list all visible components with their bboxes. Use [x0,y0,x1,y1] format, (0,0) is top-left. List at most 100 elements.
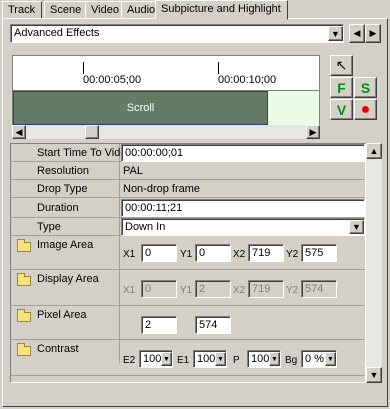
scroll-left-button[interactable]: ◀ [12,125,26,139]
p-dropdown-button[interactable]: ▼ [269,352,280,366]
row-display-area: Display Area X1 0 Y1 2 X2 719 Y2 574 [11,270,365,306]
x2-label: X2 [233,285,246,296]
duration-input[interactable]: 00:00:11;21 [121,199,365,217]
contrast-label: Contrast [37,343,79,355]
y2-label: Y2 [286,249,299,260]
pixel-area-a-value: 2 [145,319,152,331]
timeline-marker-10s: 00:00:10;00 [218,74,277,86]
record-tool-button[interactable]: ● [354,99,377,120]
timeline-horizontal-scrollbar[interactable]: ◀ ▶ [12,125,320,139]
y1-label: Y1 [180,285,193,296]
image-y1-input[interactable]: 0 [195,244,231,262]
start-time-label: Start Time To Video [37,147,133,159]
tab-video[interactable]: Video [85,1,126,18]
folder-icon [17,309,31,322]
e1-dropdown-button[interactable]: ▼ [215,352,226,366]
duration-label: Duration [37,202,79,214]
chevron-down-icon: ▼ [327,355,334,363]
row-start-time: Start Time To Video 00:00:00;01 [11,144,365,162]
v-tool-button[interactable]: V [330,99,353,120]
pixel-area-a-input[interactable]: 2 [141,316,177,334]
image-area-label: Image Area [37,239,94,251]
contrast-e2-value: 100 [143,353,162,365]
image-x1-value: 0 [145,247,152,259]
down-arrow-icon: ▼ [369,370,379,380]
image-y2-input[interactable]: 575 [301,244,337,262]
previous-button[interactable]: ◀ [349,24,365,43]
scroll-thumb[interactable] [85,125,99,139]
effects-select-value: Advanced Effects [14,27,100,39]
display-x2-value: 719 [252,283,271,295]
next-button[interactable]: ▶ [365,24,381,43]
v-icon: V [336,101,347,118]
y2-label: Y2 [286,285,299,296]
tab-label: Audio [127,4,156,16]
start-time-input[interactable]: 00:00:00;01 [121,144,365,162]
bg-dropdown-button[interactable]: ▼ [325,352,336,366]
resolution-value: PAL [123,165,143,177]
pixel-area-label: Pixel Area [37,309,87,321]
s-tool-button[interactable]: S [354,77,377,98]
tab-label: Video [91,4,119,16]
image-y1-value: 0 [199,247,206,259]
scroll-down-button[interactable]: ▼ [366,367,382,383]
left-triangle-icon: ◀ [353,28,361,38]
display-y1-input: 2 [195,280,231,298]
row-resolution: Resolution PAL [11,162,365,180]
image-x1-input[interactable]: 0 [141,244,177,262]
image-x2-input[interactable]: 719 [248,244,284,262]
timeline-track[interactable]: Scroll [12,91,320,125]
effects-select[interactable]: Advanced Effects [10,24,344,43]
x1-label: X1 [123,285,136,296]
right-arrow-icon: ▶ [309,126,317,137]
chevron-down-icon: ▼ [163,355,170,363]
duration-value: 00:00:11;21 [125,202,183,214]
row-contrast: Contrast E2 100 ▼ E1 100 ▼ P 100 ▼ Bg 0 … [11,340,365,376]
pointer-icon: ↖ [335,57,348,73]
scroll-right-button[interactable]: ▶ [306,125,320,139]
start-time-value: 00:00:00;01 [125,147,184,159]
folder-icon [17,343,31,356]
pointer-tool-button[interactable]: ↖ [330,55,353,76]
chevron-down-icon: ▼ [271,355,278,363]
display-x1-value: 0 [145,283,152,295]
contrast-p-value: 100 [251,353,270,365]
p-label: P [233,355,240,366]
scroll-clip[interactable]: Scroll [13,91,268,125]
s-icon: S [360,79,371,96]
tab-scene[interactable]: Scene [44,1,89,18]
row-duration: Duration 00:00:11;21 [11,198,365,218]
display-x2-input: 719 [248,280,284,298]
tab-label: Subpicture and Highlight [161,3,281,15]
display-y2-input: 574 [301,280,337,298]
pixel-area-b-value: 574 [199,319,218,331]
f-tool-button[interactable]: F [330,77,353,98]
row-drop-type: Drop Type Non-drop frame [11,180,365,198]
image-x2-value: 719 [252,247,271,259]
row-image-area: Image Area X1 0 Y1 0 X2 719 Y2 575 [11,236,365,270]
y1-label: Y1 [180,249,193,260]
drop-type-label: Drop Type [37,183,88,195]
left-arrow-icon: ◀ [15,126,23,137]
folder-icon [17,239,31,252]
type-select[interactable]: Down In [121,218,365,236]
timeline-ruler[interactable]: 00:00:05;00 00:00:10;00 [12,55,320,91]
tab-track[interactable]: Track [2,1,43,18]
row-pixel-area: Pixel Area 2 574 [11,306,365,340]
chevron-down-icon: ▼ [352,222,361,232]
e2-dropdown-button[interactable]: ▼ [161,352,172,366]
e1-label: E1 [177,355,190,366]
scroll-up-button[interactable]: ▲ [366,143,382,159]
contrast-bg-value: 0 % [305,353,324,365]
bg-label: Bg [285,355,298,366]
type-dropdown-button[interactable]: ▼ [349,220,364,234]
property-grid-vertical-scrollbar[interactable]: ▲ ▼ [366,143,382,383]
effects-dropdown-button[interactable]: ▼ [328,26,343,41]
image-y2-value: 575 [305,247,324,259]
pixel-area-b-input[interactable]: 574 [195,316,231,334]
f-icon: F [337,79,346,96]
major-tick [83,62,84,74]
display-y1-value: 2 [199,283,206,295]
chevron-down-icon: ▼ [217,355,224,363]
tab-subpicture-highlight[interactable]: Subpicture and Highlight [155,0,288,20]
